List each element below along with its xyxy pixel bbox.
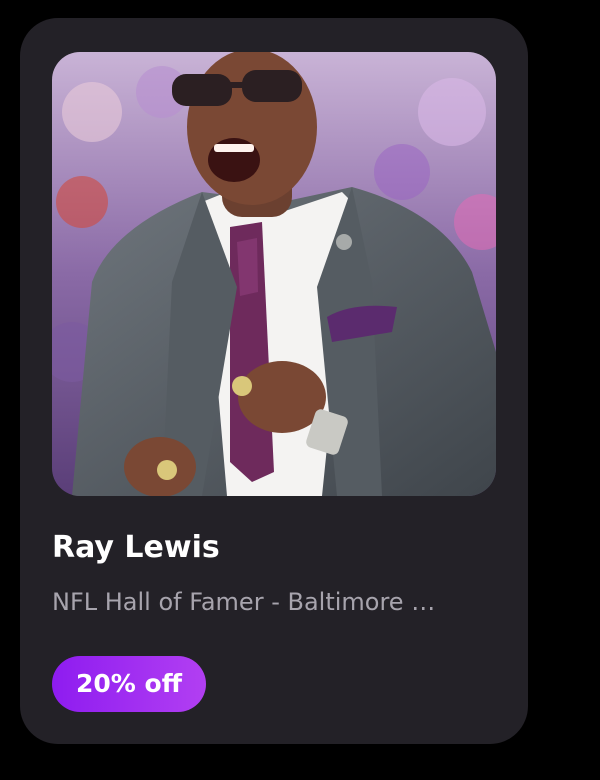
athlete-name: Ray Lewis [52, 530, 220, 565]
athlete-subtitle: NFL Hall of Famer - Baltimore Ravens [52, 588, 442, 616]
athlete-photo [52, 52, 496, 496]
athlete-card[interactable]: Ray Lewis NFL Hall of Famer - Baltimore … [20, 18, 528, 744]
discount-badge[interactable]: 20% off [52, 656, 206, 712]
